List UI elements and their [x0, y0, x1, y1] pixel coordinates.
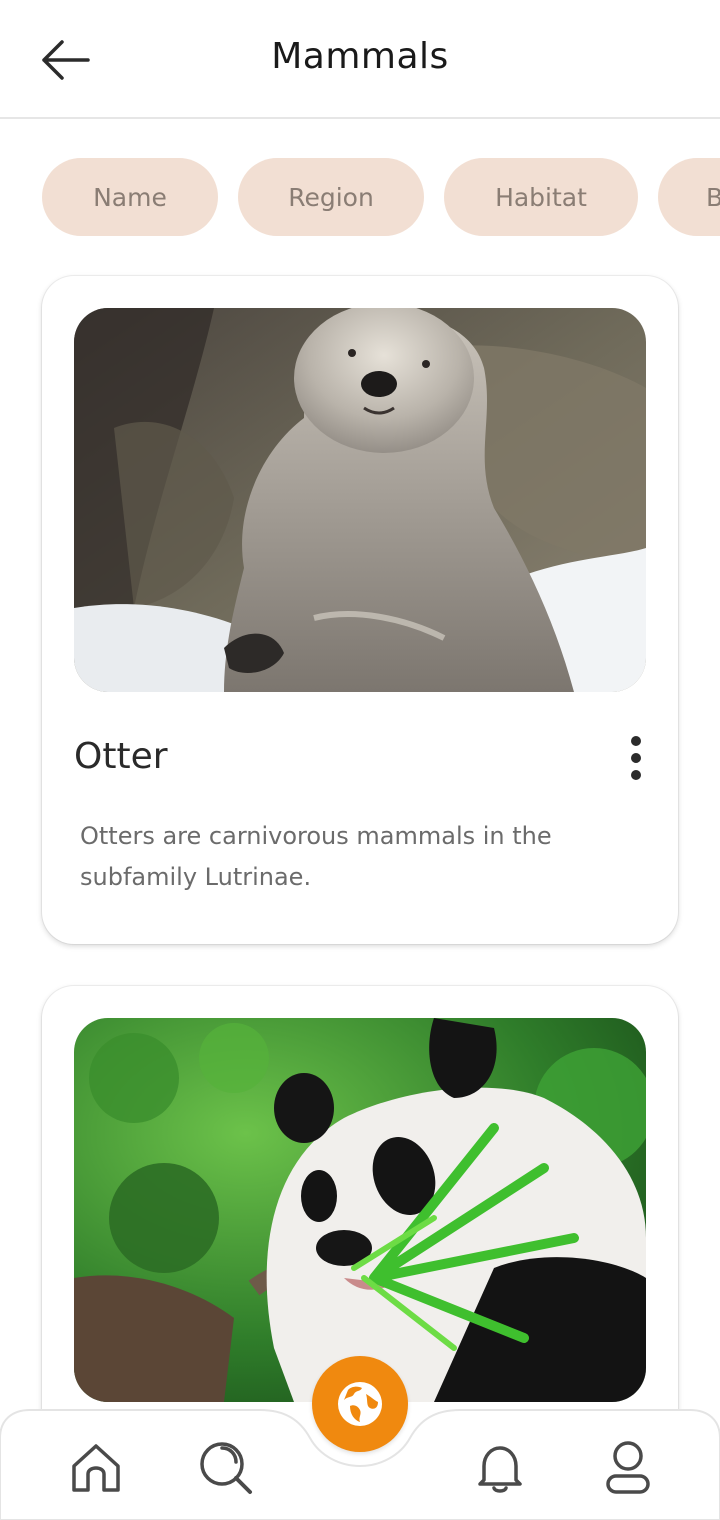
page-title: Mammals — [271, 36, 449, 77]
explore-globe-button[interactable] — [312, 1356, 408, 1452]
panda-photo — [74, 1018, 646, 1402]
nav-profile-button[interactable] — [598, 1438, 658, 1498]
more-vertical-icon-dot — [631, 770, 641, 780]
search-icon — [200, 1442, 252, 1494]
app-screen: Mammals Name Region Habitat B Otter Otte… — [0, 0, 720, 1520]
filter-chip-habitat[interactable]: Habitat — [444, 158, 638, 236]
more-options-button[interactable] — [616, 728, 656, 788]
filter-chip-region[interactable]: Region — [238, 158, 424, 236]
bell-icon — [478, 1446, 522, 1493]
otter-photo — [74, 308, 646, 692]
more-vertical-icon-dot — [631, 753, 641, 763]
nav-notifications-button[interactable] — [470, 1438, 530, 1498]
home-icon — [72, 1444, 120, 1492]
globe-icon — [338, 1382, 382, 1426]
animal-card-otter[interactable]: Otter Otters are carnivorous mammals in … — [42, 276, 678, 944]
filter-chip-partial[interactable]: B — [658, 158, 720, 236]
profile-icon — [606, 1441, 650, 1494]
card-title: Otter — [74, 736, 168, 777]
nav-home-button[interactable] — [66, 1438, 126, 1498]
filter-chip-row: Name Region Habitat B — [42, 158, 720, 236]
top-app-bar: Mammals — [0, 0, 720, 119]
card-description: Otters are carnivorous mammals in the su… — [80, 822, 552, 891]
filter-chip-name[interactable]: Name — [42, 158, 218, 236]
nav-search-button[interactable] — [196, 1438, 256, 1498]
more-vertical-icon — [631, 736, 641, 746]
